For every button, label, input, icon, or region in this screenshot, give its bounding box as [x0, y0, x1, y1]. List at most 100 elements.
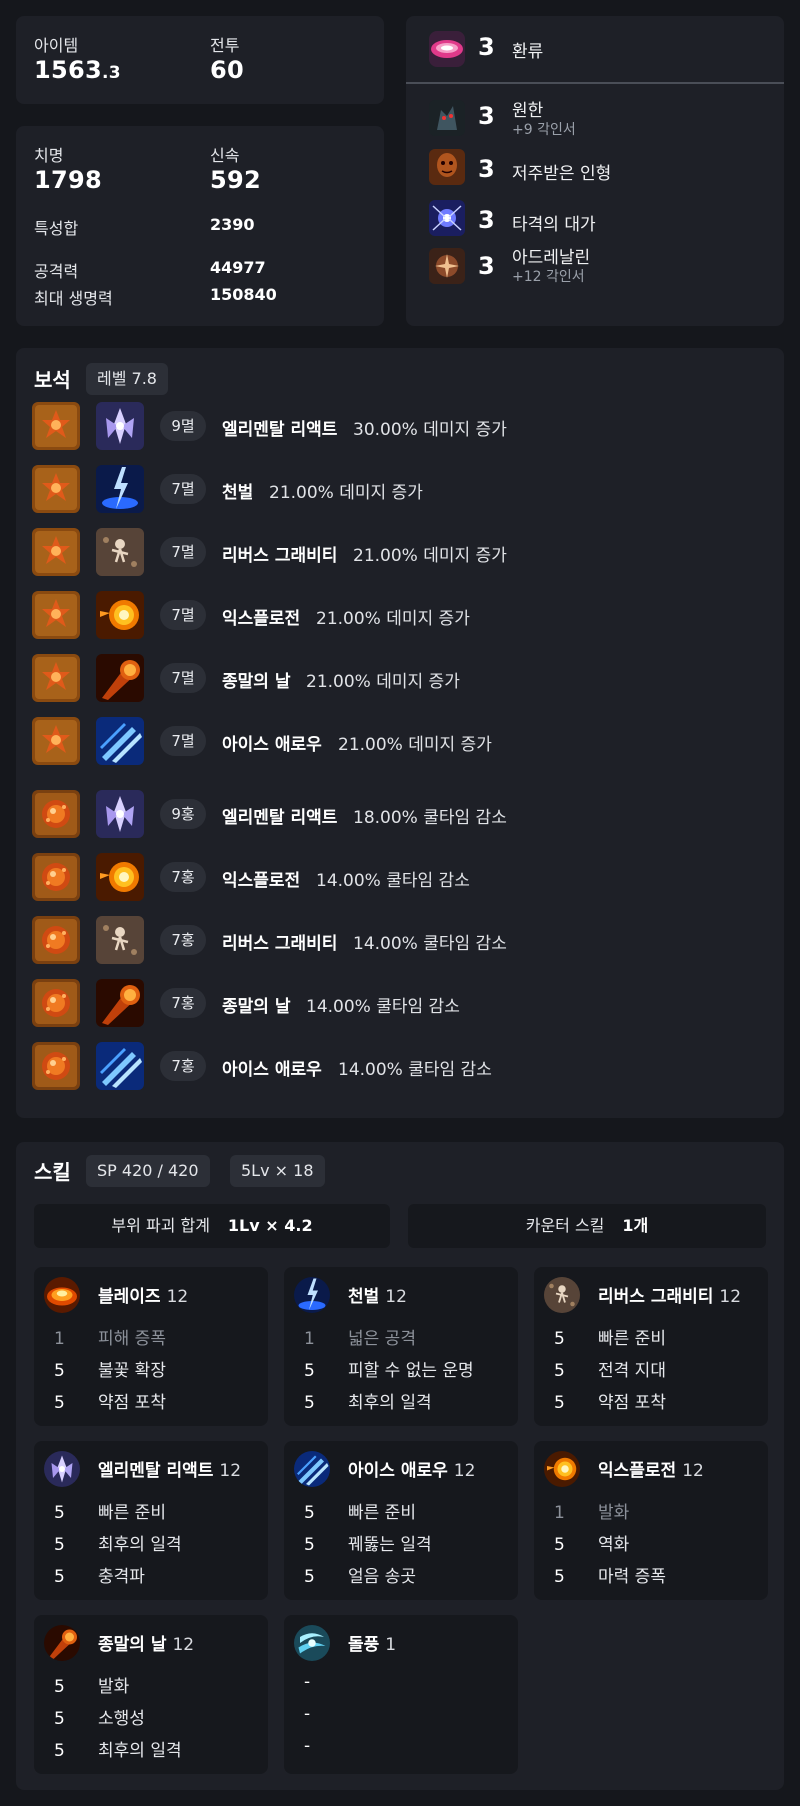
gem-skill-icon: [96, 1042, 144, 1090]
tripod-level: 5: [54, 1361, 65, 1381]
adrenaline-icon: [429, 248, 465, 284]
gem-skill-name: 익스플로전: [222, 609, 301, 629]
gem-effect: 18.00% 쿨타임 감소: [353, 808, 507, 828]
skill-card[interactable]: 종말의 날 12 5 발화 5 소행성 5 최후의 일격: [34, 1615, 268, 1774]
engraving-level: 3: [478, 33, 495, 61]
gem-effect: 14.00% 쿨타임 감소: [353, 934, 507, 954]
battle-level-label: 전투: [210, 36, 240, 55]
skill-name: 아이스 애로우 12: [348, 1461, 476, 1481]
gem-row[interactable]: 7멸 아이스 애로우 21.00% 데미지 증가: [32, 717, 768, 765]
gem-level-badge: 7멸: [160, 663, 206, 693]
tripod-level: -: [304, 1704, 311, 1724]
tripod-name: 불꽃 확장: [98, 1361, 166, 1381]
gem-icon: [32, 790, 80, 838]
gem-row[interactable]: 7멸 리버스 그래비티 21.00% 데미지 증가: [32, 528, 768, 576]
tripod-row: 5 최후의 일격: [54, 1530, 182, 1555]
gem-icon: [32, 916, 80, 964]
gem-level-badge: 7홍: [160, 925, 206, 955]
gravity-skill-icon: [544, 1277, 580, 1313]
skill-card[interactable]: 리버스 그래비티 12 5 빠른 준비 5 전격 지대 5 약점 포착: [534, 1267, 768, 1426]
skill-level: 1: [385, 1635, 397, 1655]
gem-skill-name: 리버스 그래비티: [222, 546, 338, 566]
gem-effect: 14.00% 쿨타임 감소: [316, 871, 470, 891]
tripod-level: 5: [54, 1709, 65, 1729]
gem-icon: [32, 1042, 80, 1090]
gem-skill-icon: [96, 979, 144, 1027]
hp-value: 150840: [210, 285, 277, 304]
gem-effect: 21.00% 데미지 증가: [316, 609, 470, 629]
gem-level-badge: 9홍: [160, 799, 206, 829]
skills-card: 스킬 SP 420 / 420 5Lv × 18 부위 파괴 합계 1Lv × 4…: [16, 1142, 784, 1790]
skill-name: 리버스 그래비티 12: [598, 1287, 742, 1307]
engraving-book-count: +9 각인서: [512, 122, 576, 138]
attack-value: 44977: [210, 258, 266, 277]
destruction-label: 부위 파괴 합계: [111, 1216, 210, 1235]
engraving-book-count: +12 각인서: [512, 269, 585, 285]
cursed-doll-icon: [429, 149, 465, 185]
gem-skill-name: 엘리멘탈 리액트: [222, 808, 338, 828]
gem-row[interactable]: 7멸 익스플로전 21.00% 데미지 증가: [32, 591, 768, 639]
tripod-level: 5: [54, 1535, 65, 1555]
gem-skill-icon: [96, 853, 144, 901]
gem-skill-name: 리버스 그래비티: [222, 934, 338, 954]
skill-level-tag: 5Lv × 18: [230, 1155, 325, 1187]
gem-row[interactable]: 7멸 종말의 날 21.00% 데미지 증가: [32, 654, 768, 702]
skill-card[interactable]: 아이스 애로우 12 5 빠른 준비 5 꿰뚫는 일격 5 얼음 송곳: [284, 1441, 518, 1600]
tripod-name: 꿰뚫는 일격: [348, 1535, 432, 1555]
skill-name: 블레이즈 12: [98, 1287, 189, 1307]
meteor-skill-icon: [44, 1625, 80, 1661]
tripod-name: 빠른 준비: [348, 1503, 416, 1523]
engraving-row[interactable]: 3 저주받은 인형: [422, 145, 768, 189]
engraving-level: 3: [478, 102, 495, 130]
engraving-row[interactable]: 3 원한 +9 각인서: [422, 96, 768, 140]
gem-row[interactable]: 7홍 아이스 애로우 14.00% 쿨타임 감소: [32, 1042, 768, 1090]
hp-label: 최대 생명력: [34, 289, 113, 308]
gem-skill-name: 아이스 애로우: [222, 735, 322, 755]
gem-icon: [32, 654, 80, 702]
engraving-level: 3: [478, 206, 495, 234]
gem-row[interactable]: 9홍 엘리멘탈 리액트 18.00% 쿨타임 감소: [32, 790, 768, 838]
item-level-value: 1563.3: [34, 56, 121, 84]
gem-row[interactable]: 7멸 천벌 21.00% 데미지 증가: [32, 465, 768, 513]
gem-row[interactable]: 9멸 엘리멘탈 리액트 30.00% 데미지 증가: [32, 402, 768, 450]
skill-level: 12: [166, 1287, 189, 1307]
tripod-name: 빠른 준비: [98, 1503, 166, 1523]
gem-level-badge: 9멸: [160, 411, 206, 441]
blaze-skill-icon: [44, 1277, 80, 1313]
engraving-row[interactable]: 3 아드레날린 +12 각인서: [422, 242, 768, 290]
tripod-name: 전격 지대: [598, 1361, 666, 1381]
gems-card: 보석 레벨 7.8 9멸 엘리멘탈 리액트 30.00% 데미지 증가 7멸 천벌 21.…: [16, 348, 784, 1118]
counter-label: 카운터 스킬: [525, 1216, 605, 1235]
gem-skill-icon: [96, 528, 144, 576]
tripod-row: 5 역화: [554, 1530, 629, 1555]
destruction-value: 1Lv × 4.2: [227, 1216, 313, 1235]
engraving-row[interactable]: 3 환류: [422, 30, 768, 68]
gem-icon: [32, 591, 80, 639]
skill-card[interactable]: 엘리멘탈 리액트 12 5 빠른 준비 5 최후의 일격 5 충격파: [34, 1441, 268, 1600]
gem-skill-name: 천벌: [222, 483, 254, 503]
gem-row[interactable]: 7홍 리버스 그래비티 14.00% 쿨타임 감소: [32, 916, 768, 964]
gem-effect: 21.00% 데미지 증가: [353, 546, 507, 566]
tripod-level: 5: [554, 1329, 565, 1349]
tripod-level: 5: [304, 1503, 315, 1523]
gems-title: 보석: [34, 368, 71, 392]
gem-row[interactable]: 7홍 익스플로전 14.00% 쿨타임 감소: [32, 853, 768, 901]
gem-skill-name: 엘리멘탈 리액트: [222, 420, 338, 440]
skill-card[interactable]: 블레이즈 12 1 피해 증폭 5 불꽃 확장 5 약점 포착: [34, 1267, 268, 1426]
skill-card[interactable]: 천벌 12 1 넓은 공격 5 피할 수 없는 운명 5 최후의 일격: [284, 1267, 518, 1426]
gem-row[interactable]: 7홍 종말의 날 14.00% 쿨타임 감소: [32, 979, 768, 1027]
tripod-name: 마력 증폭: [598, 1567, 666, 1587]
gem-icon: [32, 717, 80, 765]
skill-card[interactable]: 익스플로전 12 1 발화 5 역화 5 마력 증폭: [534, 1441, 768, 1600]
engraving-row[interactable]: 3 타격의 대가: [422, 196, 768, 240]
tripod-row: -: [304, 1736, 348, 1756]
skill-card[interactable]: 돌풍 1 - - -: [284, 1615, 518, 1774]
skill-level: 12: [219, 1461, 242, 1481]
skill-name: 천벌 12: [348, 1287, 407, 1307]
gems-level-tag: 레벨 7.8: [86, 363, 168, 395]
gem-skill-icon: [96, 916, 144, 964]
engraving-level: 3: [478, 252, 495, 280]
tripod-level: 5: [304, 1535, 315, 1555]
skill-level: 12: [385, 1287, 407, 1307]
hit-master-icon: [429, 200, 465, 236]
